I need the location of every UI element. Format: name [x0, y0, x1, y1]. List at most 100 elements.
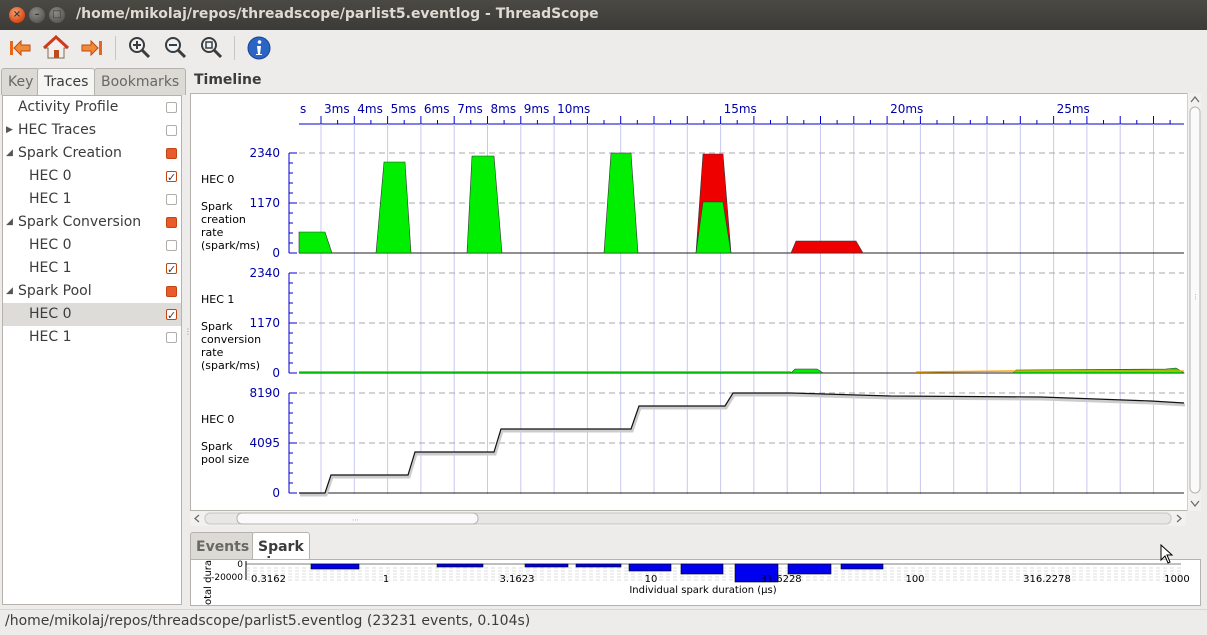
timeline-canvas[interactable]: 3ms 4ms 5ms 6ms 7ms 8ms 9ms 10ms 15ms 20ms 25ms s 23…	[191, 94, 1187, 510]
spark-conversion-bump	[790, 368, 824, 374]
trace-checkbox[interactable]	[166, 332, 177, 343]
track-hec-label: HEC 0	[201, 173, 234, 186]
trace-row[interactable]: ◢ Spark Conversion	[3, 211, 181, 234]
collapse-icon[interactable]: ◢	[6, 211, 13, 234]
toolbar-separator	[115, 36, 116, 60]
scroll-up-icon[interactable]	[1190, 96, 1200, 103]
traces-tree: Activity Profile ▶ HEC Traces ◢ Spark Creati…	[2, 95, 182, 605]
tab-bookmarks[interactable]: Bookmarks	[94, 68, 187, 95]
trace-label: HEC Traces	[18, 122, 97, 138]
ruler-label: 7ms	[457, 102, 483, 116]
ruler-label: 6ms	[424, 102, 450, 116]
first-button[interactable]	[5, 33, 35, 63]
trace-checkbox[interactable]	[166, 148, 177, 159]
trace-checkbox[interactable]	[166, 166, 177, 189]
zoom-out-button[interactable]	[160, 33, 190, 63]
track-description: conversion	[201, 333, 261, 346]
scroll-down-icon[interactable]	[1190, 500, 1200, 507]
status-bar: /home/mikolaj/repos/threadscope/parlist5…	[0, 609, 1207, 635]
histogram-bar	[840, 563, 884, 570]
trace-row[interactable]: HEC 1	[3, 326, 181, 349]
tab-bookmarks-label: Bookmarks	[101, 74, 180, 90]
y-axis-label: 0	[272, 246, 280, 260]
maximize-icon: □	[52, 9, 62, 20]
info-icon	[247, 36, 271, 60]
tab-key[interactable]: Key	[1, 68, 41, 95]
histogram-y-tick: 0	[237, 560, 243, 570]
scroll-left-icon[interactable]	[194, 514, 200, 523]
trace-checkbox[interactable]	[166, 258, 177, 281]
y-axis-label: 1170	[249, 196, 280, 210]
trace-row[interactable]: ◢ Spark Creation	[3, 142, 181, 165]
track-description: rate	[201, 226, 224, 239]
tab-traces-label: Traces	[44, 74, 89, 90]
histogram-bar	[680, 563, 724, 575]
last-icon	[81, 39, 102, 57]
timeline-view[interactable]: 3ms 4ms 5ms 6ms 7ms 8ms 9ms 10ms 15ms 20ms 25ms s 23…	[190, 93, 1201, 511]
histogram-x-tick: 3.1623	[500, 574, 535, 585]
toolbar	[0, 30, 1207, 66]
tab-events[interactable]: Events	[190, 532, 256, 560]
trace-checkbox[interactable]	[166, 286, 177, 297]
trace-checkbox[interactable]	[166, 240, 177, 251]
window-close-button[interactable]: ×	[9, 7, 25, 23]
zoom-fit-button[interactable]	[196, 33, 226, 63]
last-button[interactable]	[77, 33, 107, 63]
window-maximize-button[interactable]: □	[49, 7, 65, 23]
trace-checkbox[interactable]	[166, 102, 177, 113]
tab-traces[interactable]: Traces	[37, 68, 96, 96]
histogram-x-tick: 316.2278	[1023, 574, 1071, 585]
trace-row[interactable]: HEC 0	[3, 303, 181, 327]
first-icon	[10, 39, 31, 57]
trace-checkbox[interactable]	[166, 304, 177, 327]
timeline-vertical-scrollbar[interactable]: ⋮	[1187, 93, 1201, 511]
collapse-icon[interactable]: ◢	[6, 280, 13, 303]
trace-label: Spark Creation	[18, 145, 122, 161]
window-title: /home/mikolaj/repos/threadscope/parlist5…	[76, 6, 599, 22]
spark-creation-peak	[603, 152, 639, 254]
trace-label: HEC 0	[29, 168, 72, 184]
track-description: rate	[201, 346, 224, 359]
tab-key-label: Key	[8, 74, 34, 90]
histogram-x-label: Individual spark duration (µs)	[629, 585, 776, 596]
info-button[interactable]	[244, 33, 274, 63]
ruler-label: 20ms	[890, 102, 923, 116]
trace-row[interactable]: ▶ HEC Traces	[3, 119, 181, 142]
trace-checkbox[interactable]	[166, 217, 177, 228]
track-hec-label: HEC 1	[201, 293, 234, 306]
track-description: creation	[201, 213, 246, 226]
y-axis-label: 1170	[249, 316, 280, 330]
y-axis-label: 2340	[249, 146, 280, 160]
y-axis-label: 4095	[249, 436, 280, 450]
track-hec-label: HEC 0	[201, 413, 234, 426]
scroll-right-icon[interactable]	[1176, 514, 1182, 523]
tab-spark-sizes[interactable]: Spark sizes	[252, 532, 310, 571]
histogram-x-tick: 100	[905, 574, 924, 585]
home-button[interactable]	[41, 33, 71, 63]
track-description: pool size	[201, 453, 250, 466]
trace-row[interactable]: HEC 0	[3, 165, 181, 189]
panel-splitter[interactable]: ⋮	[183, 68, 192, 608]
timeline-horizontal-scrollbar[interactable]: ⋯	[190, 511, 1186, 526]
histogram-x-tick: 1	[383, 574, 389, 585]
zoom-in-button[interactable]	[124, 33, 154, 63]
minimize-icon: –	[34, 9, 40, 20]
histogram-bar	[628, 563, 672, 572]
window-minimize-button[interactable]: –	[29, 7, 45, 23]
trace-checkbox[interactable]	[166, 125, 177, 136]
trace-label: Spark Conversion	[18, 214, 142, 230]
trace-row[interactable]: HEC 1	[3, 188, 181, 211]
timeline-heading: Timeline	[194, 72, 262, 88]
trace-row[interactable]: Activity Profile	[3, 96, 181, 119]
trace-row[interactable]: ◢ Spark Pool	[3, 280, 181, 303]
collapse-icon[interactable]: ◢	[6, 142, 13, 165]
expand-icon[interactable]: ▶	[6, 119, 13, 142]
track-description: Spark	[201, 320, 233, 333]
trace-row[interactable]: HEC 0	[3, 234, 181, 257]
trace-label: HEC 1	[29, 260, 72, 276]
trace-checkbox[interactable]	[166, 194, 177, 205]
spark-creation-peak	[375, 161, 412, 254]
trace-row[interactable]: HEC 1	[3, 257, 181, 281]
histogram-bar	[310, 563, 360, 570]
y-axis-label: 2340	[249, 266, 280, 280]
